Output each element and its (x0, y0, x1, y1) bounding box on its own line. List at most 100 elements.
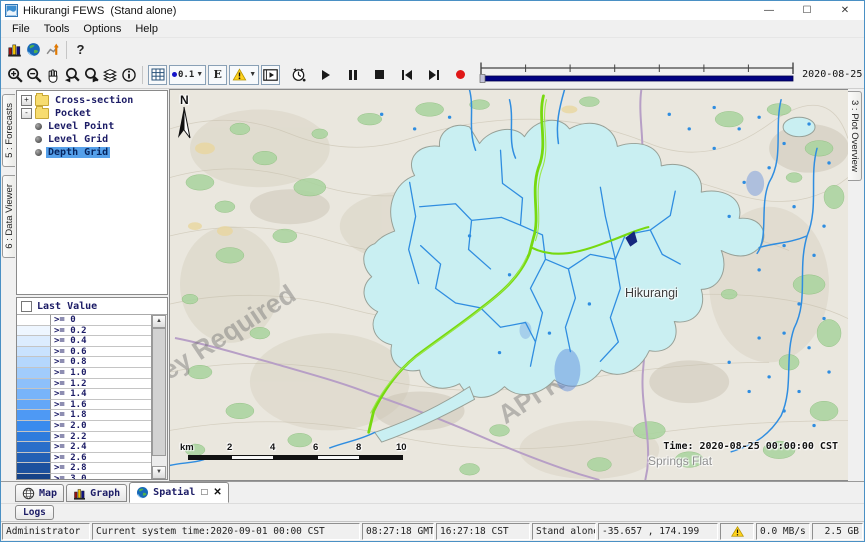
tree-item-pocket[interactable]: - Pocket (21, 107, 167, 119)
threshold-value: 0.1 (178, 70, 194, 80)
tree-item-cross-section[interactable]: + Cross-section (21, 94, 167, 106)
tree-item-level-grid[interactable]: Level Grid (21, 133, 167, 145)
legend-table: >= 0>= 0.2>= 0.4>= 0.6>= 0.8>= 1.0>= 1.2… (17, 315, 151, 479)
node-bullet-icon (35, 136, 42, 143)
dock-tab-5-forecasts[interactable]: 5 : Forecasts (2, 94, 15, 167)
tree-item-label[interactable]: Cross-section (53, 95, 135, 106)
zoom-previous-button[interactable] (62, 65, 81, 84)
timeline-datetime: 2020-08-25 00:00:00 CST (802, 69, 865, 80)
step-back-button[interactable] (397, 65, 416, 84)
maximize-button[interactable]: ☐ (788, 1, 826, 20)
status-system-time: Current system time:2020-09-01 00:00 CST (92, 523, 360, 540)
scroll-up-icon[interactable]: ▲ (152, 315, 166, 328)
grid-display-button[interactable] (148, 65, 167, 85)
legend-swatch (17, 410, 51, 421)
chevron-down-icon: ▼ (196, 71, 203, 78)
legend-row[interactable]: >= 1.6 (17, 400, 151, 411)
legend-row[interactable]: >= 0 (17, 315, 151, 326)
menu-item-help[interactable]: Help (128, 23, 165, 35)
legend-scrollbar[interactable]: ▲ ▼ (151, 315, 167, 479)
zoom-in-button[interactable] (5, 65, 24, 84)
legend-row[interactable]: >= 2.6 (17, 453, 151, 464)
help-button[interactable]: ? (71, 40, 90, 59)
legend-row[interactable]: >= 2.8 (17, 463, 151, 474)
stop-icon (375, 70, 384, 79)
legend-row[interactable]: >= 0.4 (17, 336, 151, 347)
timeseries-display-button[interactable] (43, 40, 62, 59)
contour-threshold-button[interactable]: 0.1 ▼ (169, 65, 206, 85)
menu-item-file[interactable]: File (5, 23, 37, 35)
pan-button[interactable] (43, 65, 62, 84)
legend-row[interactable]: >= 2.0 (17, 421, 151, 432)
tree-item-label[interactable]: Depth Grid (46, 147, 110, 158)
tree-item-depth-grid[interactable]: Depth Grid (21, 146, 167, 158)
status-local-time: 16:27:18 CST (436, 523, 530, 540)
node-bullet-icon (35, 149, 42, 156)
scale-tick-label: 10 (396, 442, 407, 453)
dock-tab-3-plot-overview[interactable]: 3 : Plot Overview (848, 91, 862, 181)
dock-tab-label: 3 : Plot Overview (849, 100, 860, 172)
legend-swatch (17, 336, 51, 347)
tab-spatial[interactable]: Spatial□✕ (129, 482, 229, 503)
tree-expander-icon[interactable]: - (21, 108, 32, 119)
legend-row[interactable]: >= 3.0 (17, 474, 151, 479)
zoom-out-button[interactable] (24, 65, 43, 84)
legend-toggle-button[interactable]: E (208, 65, 227, 85)
legend-row[interactable]: >= 2.2 (17, 432, 151, 443)
stop-button[interactable] (370, 65, 389, 84)
timeline-handle[interactable] (480, 75, 485, 83)
menu-item-options[interactable]: Options (76, 23, 128, 35)
scroll-down-icon[interactable]: ▼ (152, 466, 166, 479)
legend-row[interactable]: >= 2.4 (17, 442, 151, 453)
timeline-slider[interactable] (478, 61, 796, 88)
map-display-button[interactable] (24, 40, 43, 59)
status-warning-cell[interactable] (720, 523, 754, 540)
pause-icon (349, 70, 357, 80)
tab-close-icon[interactable]: ✕ (213, 487, 221, 498)
legend-row[interactable]: >= 0.2 (17, 326, 151, 337)
database-status-button[interactable] (5, 40, 24, 59)
tree-item-label[interactable]: Pocket (53, 108, 93, 119)
tab-map[interactable]: Map (15, 484, 64, 502)
tree-expander-icon[interactable]: + (21, 95, 32, 106)
legend-row[interactable]: >= 1.2 (17, 379, 151, 390)
logs-tab[interactable]: Logs (15, 505, 54, 520)
tree-panel[interactable]: + Cross-section - Pocket Level Point Level Gr… (16, 90, 168, 295)
last-value-checkbox[interactable] (21, 301, 32, 312)
tree-item-level-point[interactable]: Level Point (21, 120, 167, 132)
tab-graph[interactable]: Graph (66, 484, 127, 502)
play-button[interactable] (316, 65, 335, 84)
tree-item-label[interactable]: Level Grid (46, 134, 110, 145)
animation-movie-button[interactable] (261, 65, 280, 85)
scale-tick-label: 8 (356, 442, 361, 453)
legend-row[interactable]: >= 0.6 (17, 347, 151, 358)
scrollbar-thumb[interactable] (152, 328, 166, 456)
legend-swatch (17, 379, 51, 390)
legend-swatch (17, 368, 51, 379)
layers-button[interactable] (100, 65, 119, 84)
record-button[interactable] (451, 65, 470, 84)
timeseries-icon (45, 42, 60, 57)
minimize-button[interactable]: — (750, 1, 788, 20)
step-forward-button[interactable] (424, 65, 443, 84)
legend-value-label: >= 3.0 (51, 474, 151, 479)
thresholds-warning-button[interactable]: ▼ (229, 65, 259, 85)
legend-row[interactable]: >= 1.8 (17, 410, 151, 421)
legend-row[interactable]: >= 0.8 (17, 357, 151, 368)
legend-row[interactable]: >= 1.0 (17, 368, 151, 379)
dock-tab-6-data-viewer[interactable]: 6 : Data Viewer (2, 175, 15, 258)
place-label: Springs Flat (648, 454, 712, 468)
tab-maximize-icon[interactable]: □ (201, 487, 207, 498)
close-button[interactable]: ✕ (826, 1, 864, 20)
status-mode: Stand alone (532, 523, 596, 540)
menu-item-tools[interactable]: Tools (37, 23, 77, 35)
animation-settings-button[interactable] (289, 65, 308, 84)
zoom-next-button[interactable] (81, 65, 100, 84)
tree-item-label[interactable]: Level Point (46, 121, 116, 132)
map-viewport[interactable]: API Key Required API Key Required (169, 89, 848, 481)
map-canvas[interactable]: API Key Required API Key Required (170, 90, 848, 480)
legend-row[interactable]: >= 1.4 (17, 389, 151, 400)
timeline-progress-bar[interactable] (481, 76, 793, 81)
pause-button[interactable] (343, 65, 362, 84)
info-button[interactable] (119, 65, 138, 84)
